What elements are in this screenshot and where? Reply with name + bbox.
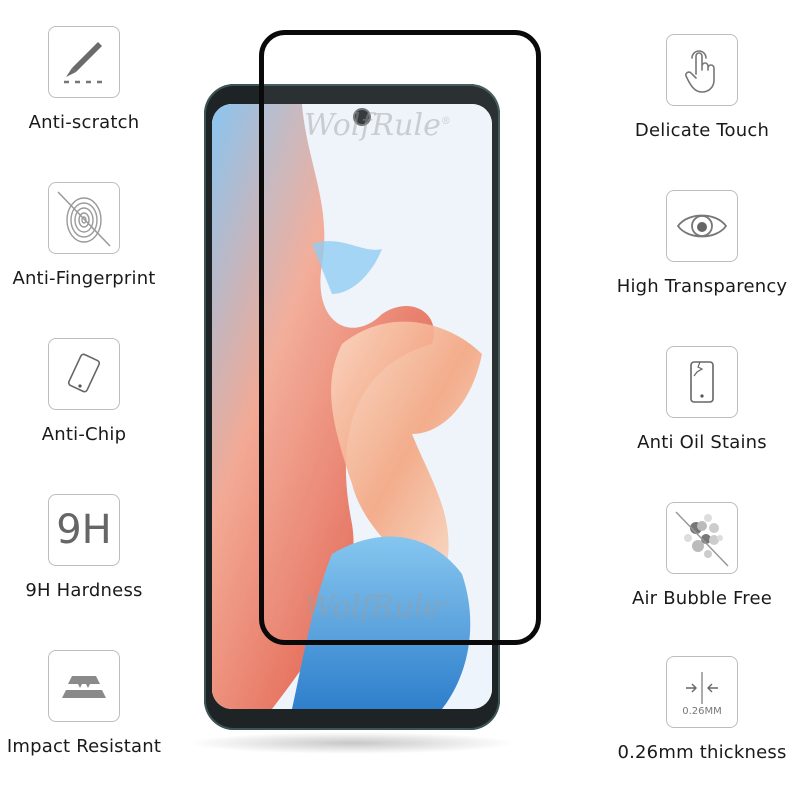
feature-label: Anti-scratch <box>28 112 140 133</box>
scalpel-scratch-icon <box>48 26 120 98</box>
thickness-icon-text: 0.26MM <box>682 705 722 717</box>
feature-anti-scratch: Anti-scratch <box>0 26 174 133</box>
feature-anti-oil-stains: Anti Oil Stains <box>612 346 792 453</box>
feature-label: Anti-Chip <box>41 424 127 445</box>
9h-icon: 9H <box>48 494 120 566</box>
feature-impact-resistant: Impact Resistant <box>0 650 174 757</box>
feature-label: Anti-Fingerprint <box>12 268 156 289</box>
feature-label: Delicate Touch <box>634 120 770 141</box>
thickness-icon: 0.26MM <box>666 656 738 728</box>
bubbles-crossed-icon <box>666 502 738 574</box>
feature-label: Anti Oil Stains <box>637 432 767 453</box>
cracked-phone-icon <box>666 346 738 418</box>
feature-9h-hardness: 9H 9H Hardness <box>0 494 174 601</box>
touch-hand-icon <box>666 34 738 106</box>
feature-anti-fingerprint: Anti-Fingerprint <box>0 182 174 289</box>
tilted-phone-icon <box>48 338 120 410</box>
feature-label: Air Bubble Free <box>631 588 773 609</box>
feature-label: 9H Hardness <box>25 580 143 601</box>
feature-high-transparency: High Transparency <box>612 190 792 297</box>
feature-delicate-touch: Delicate Touch <box>612 34 792 141</box>
feature-thickness: 0.26MM 0.26mm thickness <box>612 656 792 763</box>
fingerprint-crossed-icon <box>48 182 120 254</box>
9h-icon-text: 9H <box>56 507 112 553</box>
feature-label: Impact Resistant <box>6 736 162 757</box>
feature-label: High Transparency <box>616 276 788 297</box>
eye-icon <box>666 190 738 262</box>
feature-anti-chip: Anti-Chip <box>0 338 174 445</box>
tempered-glass-outline <box>259 30 541 645</box>
phone-shadow <box>186 732 518 754</box>
feature-label: 0.26mm thickness <box>617 742 787 763</box>
impact-layers-icon <box>48 650 120 722</box>
feature-air-bubble-free: Air Bubble Free <box>612 502 792 609</box>
